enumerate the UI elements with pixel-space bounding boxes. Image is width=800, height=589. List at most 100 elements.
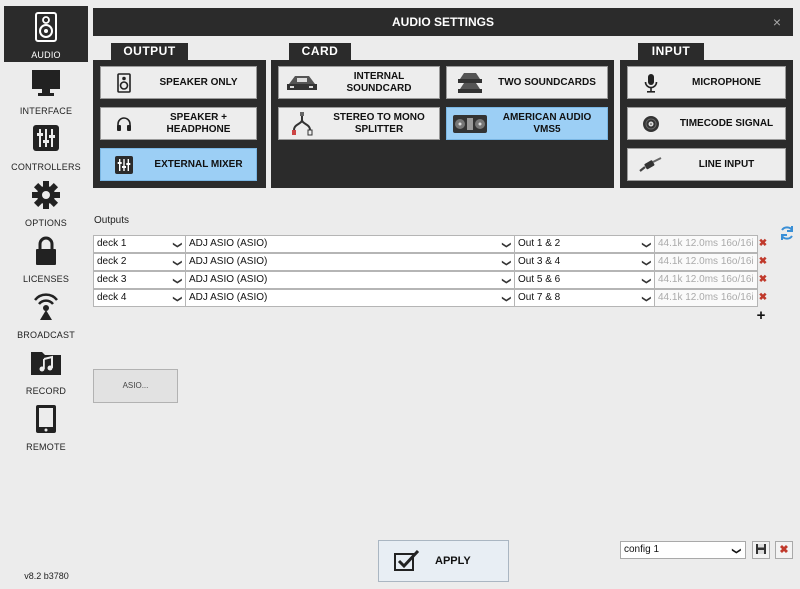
delete-config-button[interactable]: ✖ bbox=[775, 541, 793, 559]
window-title: AUDIO SETTINGS bbox=[391, 15, 494, 29]
chevron-down-icon: ❯ bbox=[642, 259, 653, 267]
chevron-down-icon: ❯ bbox=[642, 241, 653, 249]
chevron-down-icon: ❯ bbox=[502, 241, 513, 249]
delete-row-icon[interactable]: ✖ bbox=[758, 239, 768, 249]
splitter-cable-icon bbox=[279, 108, 325, 139]
chevron-down-icon: ❯ bbox=[502, 295, 513, 303]
sidebar: AUDIO INTERFACE CONTROLLERS OPTIONS LICE… bbox=[0, 0, 93, 589]
timecode-signal-button[interactable]: TIMECODE SIGNAL bbox=[627, 107, 786, 140]
sidebar-item-options[interactable]: OPTIONS bbox=[4, 174, 88, 230]
tab-output: OUTPUT bbox=[111, 43, 188, 60]
sidebar-item-label: OPTIONS bbox=[25, 218, 67, 228]
chevron-down-icon: ❯ bbox=[502, 259, 513, 267]
input-panel: MICROPHONE TIMECODE SIGNAL LINE INPUT bbox=[620, 60, 793, 188]
soundcard-icon bbox=[279, 67, 325, 98]
output-row: deck 1 ❯ ADJ ASIO (ASIO) ❯ Out 1 & 2 ❯ 44.1… bbox=[93, 235, 758, 253]
close-icon[interactable]: × bbox=[769, 14, 785, 30]
speaker-icon bbox=[4, 12, 88, 50]
title-bar: AUDIO SETTINGS × bbox=[93, 8, 793, 36]
sidebar-item-broadcast[interactable]: BROADCAST bbox=[4, 286, 88, 342]
asio-button[interactable]: ASIO... bbox=[93, 369, 178, 403]
sidebar-item-label: RECORD bbox=[25, 386, 67, 396]
monitor-icon bbox=[4, 68, 88, 106]
output-info: 44.1k 12.0ms 16o/16i bbox=[654, 289, 758, 307]
chevron-down-icon: ❯ bbox=[732, 547, 743, 555]
sidebar-item-licenses[interactable]: LICENSES bbox=[4, 230, 88, 286]
vinyl-icon bbox=[628, 108, 674, 139]
tab-input: INPUT bbox=[638, 43, 704, 60]
sidebar-item-controllers[interactable]: CONTROLLERS bbox=[4, 118, 88, 174]
internal-soundcard-button[interactable]: INTERNAL SOUNDCARD bbox=[278, 66, 440, 99]
sidebar-item-label: CONTROLLERS bbox=[11, 162, 81, 172]
chevron-down-icon: ❯ bbox=[173, 259, 184, 267]
outputs-label: Outputs bbox=[94, 215, 130, 226]
sidebar-item-label: REMOTE bbox=[26, 442, 66, 452]
sidebar-item-audio[interactable]: AUDIO bbox=[4, 6, 88, 62]
mixer-icon bbox=[101, 149, 147, 180]
sidebar-item-interface[interactable]: INTERFACE bbox=[4, 62, 88, 118]
chevron-down-icon: ❯ bbox=[642, 277, 653, 285]
line-input-button[interactable]: LINE INPUT bbox=[627, 148, 786, 181]
stereo-mono-splitter-button[interactable]: STEREO TO MONO SPLITTER bbox=[278, 107, 440, 140]
device-select[interactable]: ADJ ASIO (ASIO) ❯ bbox=[185, 289, 515, 307]
config-select[interactable]: config 1 ❯ bbox=[620, 541, 746, 559]
speaker-headphone-button[interactable]: SPEAKER + HEADPHONE bbox=[100, 107, 257, 140]
sidebar-item-label: INTERFACE bbox=[19, 106, 73, 116]
output-panel: SPEAKER ONLY SPEAKER + HEADPHONE EXTERNA… bbox=[93, 60, 266, 188]
version-label: v8.2 b3780 bbox=[24, 571, 69, 581]
headphone-icon bbox=[101, 108, 147, 139]
delete-row-icon[interactable]: ✖ bbox=[758, 257, 768, 267]
two-soundcards-icon bbox=[447, 67, 493, 98]
tablet-icon bbox=[4, 404, 88, 442]
apply-button[interactable]: APPLY bbox=[378, 540, 509, 582]
lock-icon bbox=[4, 236, 88, 274]
sidebar-item-label: BROADCAST bbox=[17, 330, 75, 340]
gear-icon bbox=[4, 180, 88, 218]
microphone-button[interactable]: MICROPHONE bbox=[627, 66, 786, 99]
two-soundcards-button[interactable]: TWO SOUNDCARDS bbox=[446, 66, 608, 99]
delete-row-icon[interactable]: ✖ bbox=[758, 293, 768, 303]
channel-select[interactable]: Out 5 & 6 ❯ bbox=[514, 271, 655, 289]
sidebar-item-label: LICENSES bbox=[22, 274, 70, 284]
cable-icon bbox=[628, 149, 674, 180]
sidebar-item-record[interactable]: RECORD bbox=[4, 342, 88, 398]
refresh-icon[interactable] bbox=[778, 224, 796, 242]
channel-select[interactable]: Out 3 & 4 ❯ bbox=[514, 253, 655, 271]
chevron-down-icon: ❯ bbox=[173, 241, 184, 249]
deck-select[interactable]: deck 4 ❯ bbox=[93, 289, 186, 307]
deck-select[interactable]: deck 1 ❯ bbox=[93, 235, 186, 253]
tab-card: CARD bbox=[289, 43, 351, 60]
output-info: 44.1k 12.0ms 16o/16i bbox=[654, 253, 758, 271]
deck-select[interactable]: deck 2 ❯ bbox=[93, 253, 186, 271]
external-mixer-button[interactable]: EXTERNAL MIXER bbox=[100, 148, 257, 181]
speaker-icon bbox=[101, 67, 147, 98]
save-config-button[interactable] bbox=[752, 541, 770, 559]
music-folder-icon bbox=[4, 348, 88, 386]
controller-icon bbox=[447, 108, 493, 139]
output-row: deck 4 ❯ ADJ ASIO (ASIO) ❯ Out 7 & 8 ❯ 44.1… bbox=[93, 289, 758, 307]
card-panel: INTERNAL SOUNDCARD TWO SOUNDCARDS STEREO… bbox=[271, 60, 614, 188]
device-select[interactable]: ADJ ASIO (ASIO) ❯ bbox=[185, 235, 515, 253]
chevron-down-icon: ❯ bbox=[173, 277, 184, 285]
chevron-down-icon: ❯ bbox=[173, 295, 184, 303]
output-row: deck 2 ❯ ADJ ASIO (ASIO) ❯ Out 3 & 4 ❯ 44.1… bbox=[93, 253, 758, 271]
output-info: 44.1k 12.0ms 16o/16i bbox=[654, 271, 758, 289]
add-output-button[interactable]: + bbox=[754, 308, 768, 323]
sidebar-item-label: AUDIO bbox=[31, 50, 61, 60]
american-audio-vms5-button[interactable]: AMERICAN AUDIO VMS5 bbox=[446, 107, 608, 140]
output-info: 44.1k 12.0ms 16o/16i bbox=[654, 235, 758, 253]
speaker-only-button[interactable]: SPEAKER ONLY bbox=[100, 66, 257, 99]
checkbox-check-icon bbox=[379, 550, 435, 572]
channel-select[interactable]: Out 1 & 2 ❯ bbox=[514, 235, 655, 253]
deck-select[interactable]: deck 3 ❯ bbox=[93, 271, 186, 289]
broadcast-icon bbox=[4, 292, 88, 330]
sidebar-item-remote[interactable]: REMOTE bbox=[4, 398, 88, 454]
chevron-down-icon: ❯ bbox=[642, 295, 653, 303]
channel-select[interactable]: Out 7 & 8 ❯ bbox=[514, 289, 655, 307]
microphone-icon bbox=[628, 67, 674, 98]
delete-row-icon[interactable]: ✖ bbox=[758, 275, 768, 285]
device-select[interactable]: ADJ ASIO (ASIO) ❯ bbox=[185, 271, 515, 289]
device-select[interactable]: ADJ ASIO (ASIO) ❯ bbox=[185, 253, 515, 271]
output-row: deck 3 ❯ ADJ ASIO (ASIO) ❯ Out 5 & 6 ❯ 44.1… bbox=[93, 271, 758, 289]
floppy-disk-icon bbox=[756, 541, 766, 559]
